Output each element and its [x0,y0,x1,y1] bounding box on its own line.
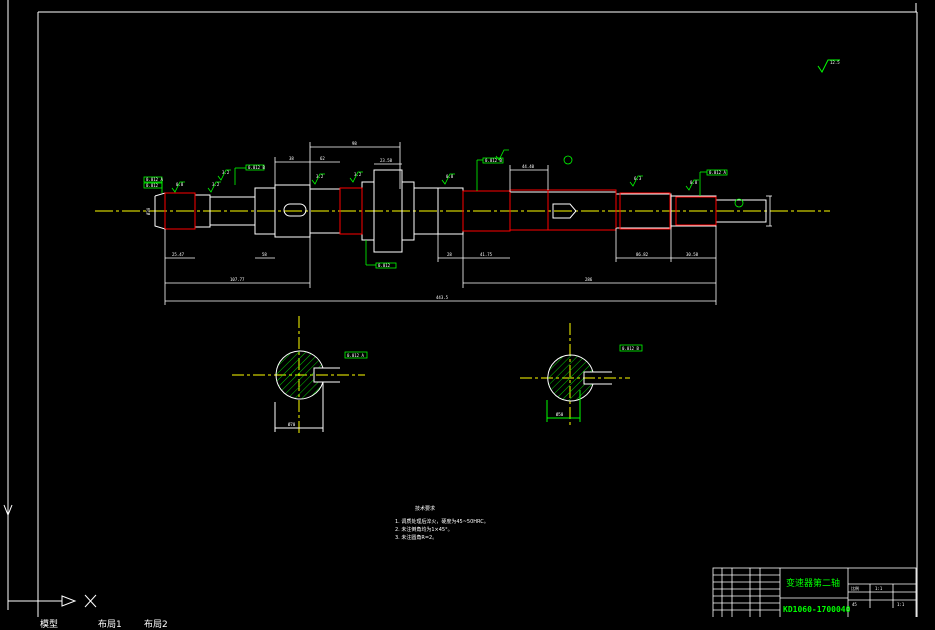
tol-frame-7: 0.012 A [347,353,364,358]
rough-5: 3.2 [354,172,362,177]
section-view-left: Ø70 [232,316,365,434]
rough-6: 0.8 [446,174,454,179]
title-block-code: KD1060-1700040 [783,605,851,614]
layout-tabs: 模型 布局1 布局2 [0,617,935,630]
rough-1: 0.8 [176,182,184,187]
drawing-canvas[interactable]: 12.5 98 62 38 23.58 44.40 25.47 107.77 5… [0,0,935,627]
rough-3: 3.2 [222,170,230,175]
tech-note-1: 1. 调质处理后淬火，硬度为45~50HRC。 [395,518,489,525]
tol-frame-6: 0.012 A [709,170,726,175]
sheet-border [7,0,918,619]
dim-2547: 25.47 [172,252,185,257]
roughness-global-value: 12.5 [830,60,840,65]
roughness-symbol-global: 12.5 [817,59,840,73]
dim-4175: 41.75 [480,252,493,257]
dim-total: 443.5 [436,295,449,300]
sec-right-width: Ø50 [556,412,564,417]
title-cell-1: 比例 [851,585,859,591]
rough-4: 3.2 [316,174,324,179]
tol-frame-8: 0.012 B [622,346,639,351]
dim-2358: 23.58 [380,158,393,163]
tol-frame-5: 0.012 B [485,158,502,163]
cad-viewport[interactable]: 12.5 98 62 38 23.58 44.40 25.47 107.77 5… [0,0,935,630]
ucs-icon [3,504,97,608]
title-cell-3: 45 [852,602,857,607]
title-cell-2: 1:1 [875,586,883,591]
tol-frame-2: 0.012 [146,183,159,188]
tol-frame-4: 0.012 [378,263,391,268]
tech-note-2: 2. 未注倒角均为1×45°。 [395,526,453,533]
tolerance-annotations [143,149,744,359]
tab-layout2[interactable]: 布局2 [144,617,168,630]
dim-28: 28 [447,252,452,257]
rough-8: 0.8 [690,180,698,185]
dim-4440: 44.40 [522,164,535,169]
tech-notes: 技术要求 1. 调质处理后淬火，硬度为45~50HRC。 2. 未注倒角均为1×… [395,505,489,541]
shaft-label-left: Ø30 [146,207,151,215]
tech-notes-title: 技术要求 [415,505,435,512]
dim-8682: 86.82 [636,252,649,257]
dim-38: 38 [289,156,294,161]
tol-frame-1: 0.012 A [146,177,163,182]
tol-frame-3: 0.012 B [248,165,265,170]
tab-layout1[interactable]: 布局1 [98,617,122,630]
sec-left-width: Ø70 [288,422,296,427]
section-view-right: Ø50 [520,323,630,425]
dim-3058: 30.58 [686,252,699,257]
tab-model[interactable]: 模型 [40,617,58,630]
tech-note-3: 3. 未注圆角R=2。 [395,534,437,541]
rough-7: 6.3 [634,176,642,181]
dim-10777: 107.77 [230,277,245,282]
dim-62: 62 [320,156,325,161]
title-cell-4: 1:1 [897,602,905,607]
rough-2: 3.2 [212,182,220,187]
dim-58: 58 [262,252,267,257]
dim-98: 98 [352,141,357,146]
dim-286: 286 [585,277,593,282]
title-block-name: 变速器第二轴 [786,577,840,589]
